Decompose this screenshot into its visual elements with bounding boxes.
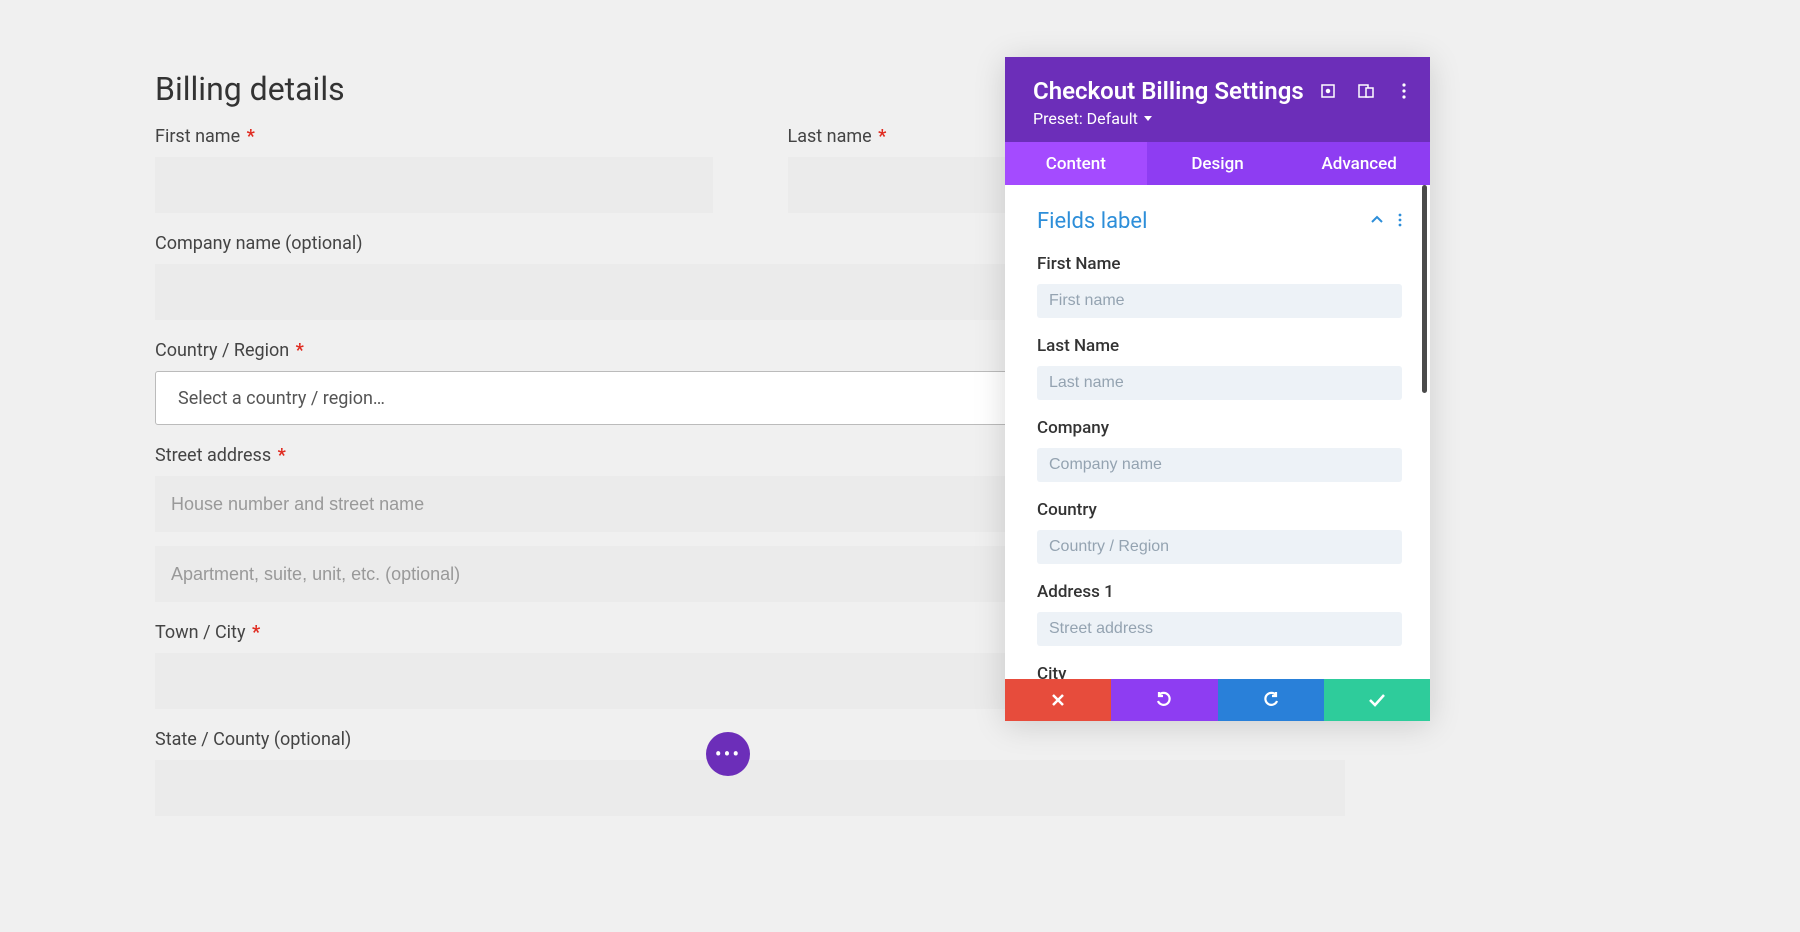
panel-header: Checkout Billing Settings Preset: Defaul… xyxy=(1005,57,1430,142)
responsive-icon[interactable] xyxy=(1358,83,1374,99)
group-first-name: First name * xyxy=(155,126,713,213)
field-title: Address 1 xyxy=(1037,582,1402,602)
tab-design[interactable]: Design xyxy=(1147,142,1289,185)
panel-header-icons xyxy=(1320,83,1412,99)
field-block-address1: Address 1 xyxy=(1037,582,1402,646)
section-head-icons xyxy=(1370,212,1402,231)
panel-body: Fields label First Name Last Name Compan… xyxy=(1005,185,1430,679)
label-state: State / County (optional) xyxy=(155,729,1345,750)
undo-button[interactable] xyxy=(1111,679,1217,721)
more-icon: ••• xyxy=(715,742,741,766)
check-icon xyxy=(1368,693,1386,707)
field-input-address1[interactable] xyxy=(1037,612,1402,646)
cancel-button[interactable] xyxy=(1005,679,1111,721)
field-block-city: City xyxy=(1037,664,1402,679)
required-mark: * xyxy=(278,445,286,466)
required-mark: * xyxy=(252,622,260,643)
close-icon xyxy=(1051,693,1065,707)
panel-title-group: Checkout Billing Settings Preset: Defaul… xyxy=(1033,77,1320,128)
required-mark: * xyxy=(878,126,886,147)
kebab-section-icon[interactable] xyxy=(1398,212,1402,231)
field-block-country: Country xyxy=(1037,500,1402,564)
field-title: City xyxy=(1037,664,1402,679)
collapse-icon[interactable] xyxy=(1370,212,1384,231)
scrollbar[interactable] xyxy=(1422,185,1427,393)
field-input-country[interactable] xyxy=(1037,530,1402,564)
field-title: Country xyxy=(1037,500,1402,520)
save-button[interactable] xyxy=(1324,679,1430,721)
more-actions-button[interactable]: ••• xyxy=(706,732,750,776)
field-title: Last Name xyxy=(1037,336,1402,356)
field-block-company: Company xyxy=(1037,418,1402,482)
group-state: State / County (optional) xyxy=(155,729,1345,816)
preset-dropdown[interactable]: Preset: Default xyxy=(1033,109,1320,128)
input-state[interactable] xyxy=(155,760,1345,816)
panel-tabs: Content Design Advanced xyxy=(1005,142,1430,185)
redo-button[interactable] xyxy=(1218,679,1324,721)
panel-footer xyxy=(1005,679,1430,721)
required-mark: * xyxy=(247,126,255,147)
panel-title: Checkout Billing Settings xyxy=(1033,77,1320,105)
undo-icon xyxy=(1155,691,1173,709)
tab-content[interactable]: Content xyxy=(1005,142,1147,185)
settings-panel: Checkout Billing Settings Preset: Defaul… xyxy=(1005,57,1430,721)
field-block-first-name: First Name xyxy=(1037,254,1402,318)
label-first-name: First name * xyxy=(155,126,713,147)
field-title: First Name xyxy=(1037,254,1402,274)
section-head: Fields label xyxy=(1037,209,1402,234)
field-input-last-name[interactable] xyxy=(1037,366,1402,400)
field-title: Company xyxy=(1037,418,1402,438)
caret-down-icon xyxy=(1144,116,1152,121)
field-input-first-name[interactable] xyxy=(1037,284,1402,318)
redo-icon xyxy=(1262,691,1280,709)
input-first-name[interactable] xyxy=(155,157,713,213)
section-title: Fields label xyxy=(1037,209,1147,234)
required-mark: * xyxy=(296,340,304,361)
field-input-company[interactable] xyxy=(1037,448,1402,482)
expand-icon[interactable] xyxy=(1320,83,1336,99)
field-block-last-name: Last Name xyxy=(1037,336,1402,400)
kebab-menu-icon[interactable] xyxy=(1396,83,1412,99)
tab-advanced[interactable]: Advanced xyxy=(1288,142,1430,185)
